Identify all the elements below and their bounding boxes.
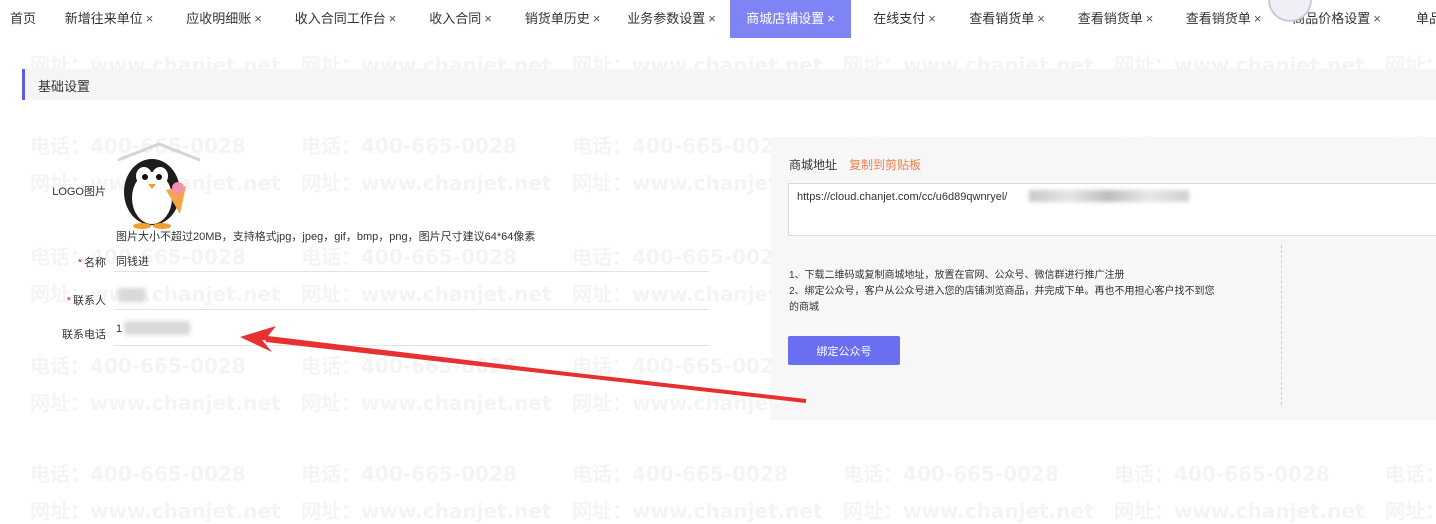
mall-tips: 1、下载二维码或复制商城地址，放置在官网、公众号、微信群进行推广注册 2、绑定公… (789, 268, 1215, 316)
mall-url-field[interactable]: https://cloud.chanjet.com/cc/u6d89qwnrye… (788, 183, 1436, 236)
close-icon[interactable]: × (146, 11, 154, 26)
close-icon[interactable]: × (593, 11, 601, 26)
close-icon[interactable]: × (389, 11, 397, 26)
phone-underline (114, 345, 709, 346)
watermark-site: 网址：www.chanjet.net (30, 387, 281, 416)
penguin-logo-icon[interactable] (114, 138, 204, 230)
watermark-site: 网址：www.chanjet.net (1114, 495, 1365, 524)
tab-item[interactable]: 在线支付 × (859, 0, 950, 38)
section-header: 基础设置 (22, 69, 1436, 100)
logo-hint: 图片大小不超过20MB，支持格式jpg，jpeg，gif，bmp，png，图片尺… (116, 231, 536, 243)
tab-item[interactable]: 单品 (1399, 0, 1436, 38)
tab-label: 商城店铺设置 (746, 11, 825, 26)
close-icon[interactable]: × (1373, 11, 1381, 26)
tab-item[interactable]: 应收明细账 × (172, 0, 276, 38)
contact-label-text: 联系人 (73, 295, 106, 307)
mall-address-label: 商城地址 (789, 158, 838, 172)
contact-underline (114, 309, 709, 310)
tab-item[interactable]: 商城店铺设置 × (730, 0, 851, 38)
name-underline (114, 271, 709, 272)
watermark-phone: 电话：400-665-0028 (301, 130, 517, 159)
mall-url-blur (1029, 190, 1189, 202)
tab-item[interactable]: 业务参数设置 × (619, 0, 724, 38)
section-title: 基础设置 (38, 79, 91, 94)
tab-bar: 首页 新增往来单位 × 应收明细账 × 收入合同工作台 × 收入合同 × 销货单历史 × 业务参数设置… (0, 0, 1436, 38)
close-icon[interactable]: × (1146, 11, 1154, 26)
contact-label: * 联系人 (40, 292, 106, 308)
tab-label: 单品 (1415, 11, 1436, 26)
watermark-site: 网址：www.chanjet.net (301, 495, 552, 524)
close-icon[interactable]: × (484, 11, 492, 26)
close-icon[interactable]: × (827, 11, 835, 26)
phone-blur (124, 321, 190, 335)
tip-line: 的商城 (789, 302, 819, 313)
watermark-site: 网址：www.chanjet.net (572, 495, 823, 524)
watermark-phone: 电话：400-665-0028 (30, 350, 246, 379)
name-input[interactable]: 同钱进 (116, 253, 149, 269)
tab-label: 新增往来单位 (64, 11, 143, 26)
tab-item[interactable]: 首页 (0, 0, 46, 38)
tab-label: 查看销货单 (1077, 11, 1143, 26)
watermark-site: 网址：www.chanjet.net (301, 387, 552, 416)
tab-item[interactable]: 查看销货单 × (1064, 0, 1167, 38)
dashed-divider (1281, 245, 1282, 405)
phone-label: 联系电话 (62, 329, 106, 341)
name-label: * 名称 (40, 254, 106, 270)
close-icon[interactable]: × (254, 11, 262, 26)
close-icon[interactable]: × (708, 11, 716, 26)
required-mark: * (77, 257, 82, 269)
required-mark: * (66, 295, 71, 307)
tab-item[interactable]: 新增往来单位 × (52, 0, 166, 38)
tab-label: 查看销货单 (969, 11, 1035, 26)
tab-item[interactable]: 销货单历史 × (512, 0, 613, 38)
tab-item[interactable]: 收入合同工作台 × (282, 0, 409, 38)
watermark-site: 网址：www.chanjet.net (843, 495, 1094, 524)
contact-input[interactable] (118, 288, 146, 302)
watermark-site: 网址：www.chanjet.net (30, 495, 281, 524)
tip-line: 2、绑定公众号，客户从公众号进入您的店铺浏览商品，并完成下单。再也不用担心客户找… (789, 286, 1215, 297)
watermark-site: 网址：www.chanjet.net (301, 167, 552, 196)
tab-label: 收入合同工作台 (294, 11, 386, 26)
phone-input[interactable]: 1 (116, 323, 122, 335)
tab-item[interactable]: 查看销货单 × (956, 0, 1058, 38)
bind-official-account-button[interactable]: 绑定公众号 (788, 336, 900, 365)
tab-label: 销货单历史 (524, 11, 590, 26)
watermark-site: 网址：www.chanjet.net (1385, 495, 1436, 524)
tab-label: 收入合同 (429, 11, 482, 26)
tab-label: 业务参数设置 (627, 11, 706, 26)
logo-label: LOGO图片 (52, 186, 106, 198)
tab-label: 查看销货单 (1185, 11, 1251, 26)
tab-label: 应收明细账 (186, 11, 252, 26)
mall-url-text: https://cloud.chanjet.com/cc/u6d89qwnrye… (797, 191, 1008, 203)
close-icon[interactable]: × (928, 11, 936, 26)
tab-item[interactable]: 收入合同 × (415, 0, 506, 38)
watermark-phone: 电话：400-665-0028 (572, 241, 788, 270)
watermark-site: 网址：www.chanjet.net (301, 278, 552, 307)
close-icon[interactable]: × (1037, 11, 1045, 26)
close-icon[interactable]: × (1254, 11, 1262, 26)
watermark-phone: 电话：400-665-0028 (301, 241, 517, 270)
watermark-phone: 电话：400-665-0028 (301, 350, 517, 379)
name-label-text: 名称 (84, 257, 106, 269)
tab-item[interactable]: 查看销货单 × (1173, 0, 1274, 38)
watermark-phone: 电话：400-665-0028 (572, 350, 788, 379)
tab-label: 首页 (9, 11, 36, 26)
tip-line: 1、下载二维码或复制商城地址，放置在官网、公众号、微信群进行推广注册 (789, 270, 1125, 281)
watermark-phone: 电话：400-665-0028 (572, 130, 788, 159)
tab-label: 在线支付 (873, 11, 926, 26)
copy-to-clipboard-link[interactable]: 复制到剪贴板 (849, 156, 921, 173)
